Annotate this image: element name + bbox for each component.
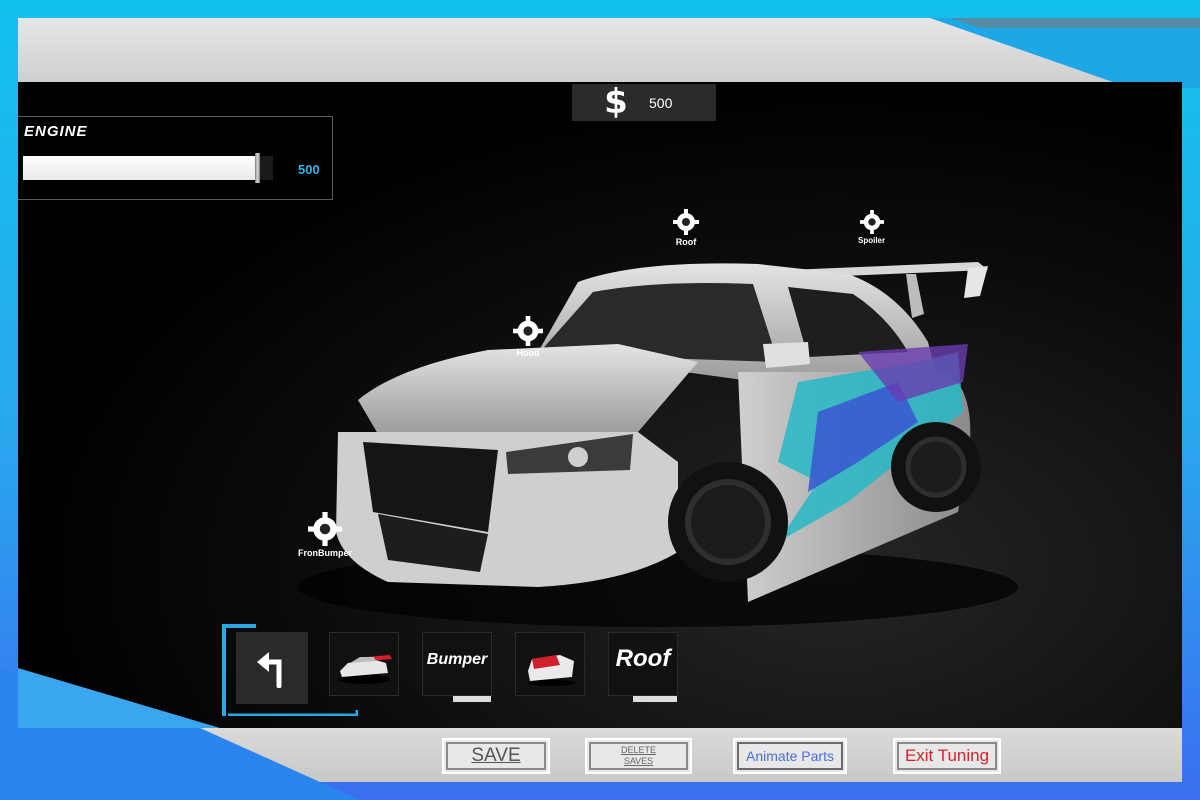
top-right-corner-decoration xyxy=(930,18,1200,88)
delete-saves-line1: DELETE xyxy=(620,745,656,755)
money-display: $ 500 xyxy=(572,84,716,121)
roof-thumb-label: Roof xyxy=(615,645,671,672)
part-thumb-bumper[interactable]: Bumper xyxy=(422,632,492,702)
back-arrow-icon xyxy=(257,652,282,688)
parts-toolbar: Bumper Roof xyxy=(222,624,682,716)
hood-hotspot-label: Hood xyxy=(516,348,540,358)
gear-icon xyxy=(859,210,884,234)
engine-slider-fill xyxy=(23,156,258,180)
dollar-icon: $ xyxy=(604,82,628,122)
gear-icon xyxy=(513,316,543,346)
back-button[interactable] xyxy=(236,632,308,704)
gear-icon xyxy=(673,209,699,235)
spoiler-hotspot[interactable]: Spoiler xyxy=(858,210,885,245)
bumper-thumb-label: Bumper xyxy=(426,651,488,668)
roof-hotspot[interactable]: Roof xyxy=(673,209,699,247)
engine-slider[interactable] xyxy=(23,153,273,183)
hood-hotspot[interactable]: Hood xyxy=(513,316,543,358)
front-bumper-hotspot[interactable]: FronBumper xyxy=(298,512,352,558)
delete-saves-button[interactable]: DELETE SAVES xyxy=(585,738,692,774)
thumb-decor-bar xyxy=(633,696,677,702)
part-thumb-roof[interactable]: Roof xyxy=(608,632,678,702)
spoiler-hotspot-label: Spoiler xyxy=(858,236,886,245)
gear-icon xyxy=(308,512,342,546)
engine-panel: ENGINE 500 xyxy=(18,116,333,200)
engine-value: 500 xyxy=(298,162,320,177)
delete-saves-line2: SAVES xyxy=(623,756,654,766)
front-bumper-hotspot-label: FronBumper xyxy=(298,548,352,558)
part-thumb-hood[interactable] xyxy=(515,632,585,696)
save-button[interactable]: SAVE xyxy=(442,738,550,774)
roof-hotspot-label: Roof xyxy=(675,237,697,247)
animate-parts-button[interactable]: Animate Parts xyxy=(733,738,847,774)
money-amount: 500 xyxy=(649,94,673,111)
car-spoiler-thumbnail xyxy=(338,655,392,684)
car-hood-thumbnail xyxy=(528,655,576,686)
exit-tuning-button[interactable]: Exit Tuning xyxy=(893,738,1001,774)
engine-slider-handle[interactable] xyxy=(255,153,260,183)
thumb-decor-bar xyxy=(453,696,491,702)
part-thumb-spoiler[interactable] xyxy=(329,632,399,696)
engine-title: ENGINE xyxy=(24,123,88,140)
